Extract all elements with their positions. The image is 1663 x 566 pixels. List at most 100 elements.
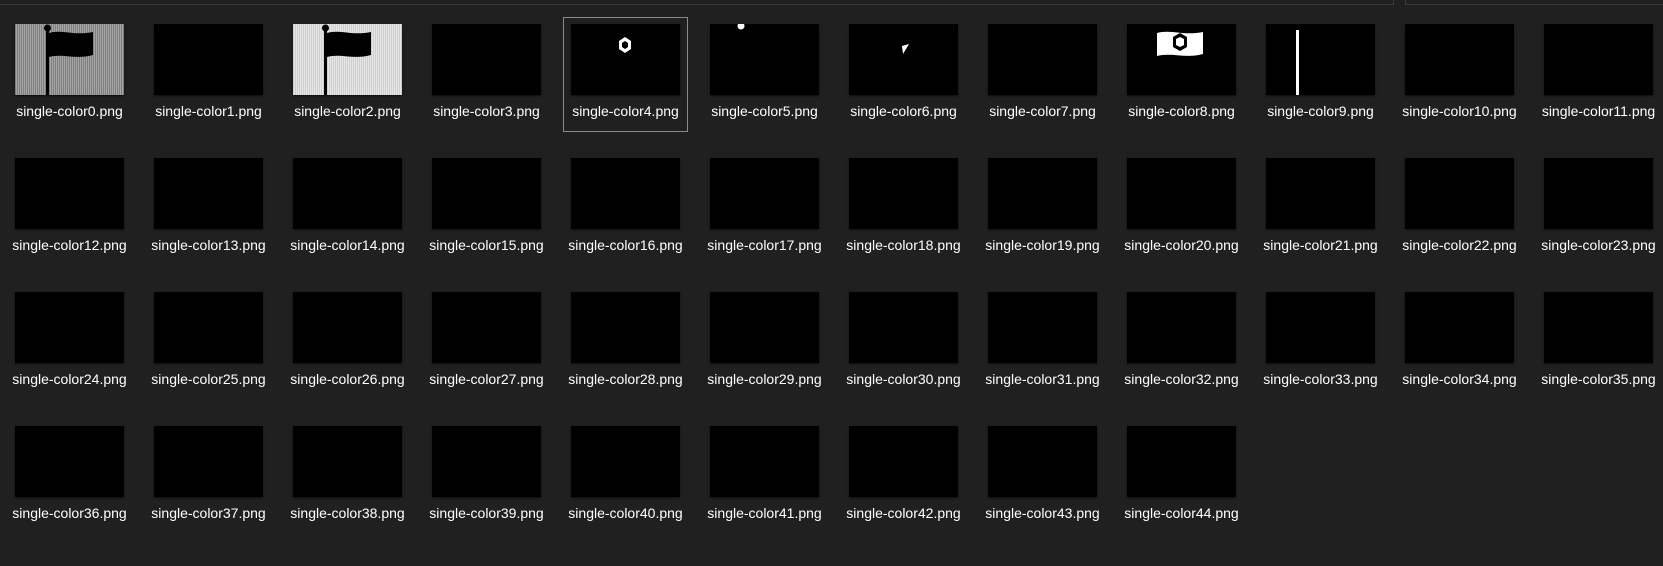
file-name-label: single-color34.png: [1402, 371, 1517, 387]
file-thumbnail: [154, 158, 263, 229]
file-name-label: single-color40.png: [568, 505, 683, 521]
file-name-label: single-color27.png: [429, 371, 544, 387]
file-thumbnail: [1266, 24, 1375, 95]
file-item[interactable]: single-color16.png: [563, 151, 688, 266]
file-item[interactable]: single-color35.png: [1536, 285, 1661, 400]
file-name-label: single-color38.png: [290, 505, 405, 521]
file-thumbnail: [1127, 158, 1236, 229]
file-thumbnail: [1127, 292, 1236, 363]
file-thumbnail: [1405, 24, 1514, 95]
search-box-edge: [1405, 0, 1663, 5]
file-item[interactable]: single-color28.png: [563, 285, 688, 400]
file-thumbnail: [849, 292, 958, 363]
file-thumbnail: [1266, 158, 1375, 229]
file-thumbnail: [571, 158, 680, 229]
file-item[interactable]: single-color0.png: [7, 17, 132, 132]
file-name-label: single-color8.png: [1128, 103, 1235, 119]
file-name-label: single-color2.png: [294, 103, 401, 119]
file-item[interactable]: single-color13.png: [146, 151, 271, 266]
file-thumbnail: [293, 426, 402, 497]
file-name-label: single-color11.png: [1541, 103, 1656, 119]
file-item[interactable]: single-color24.png: [7, 285, 132, 400]
file-name-label: single-color32.png: [1124, 371, 1239, 387]
file-item[interactable]: single-color29.png: [702, 285, 827, 400]
file-thumbnail: [988, 292, 1097, 363]
file-item[interactable]: single-color5.png: [702, 17, 827, 132]
file-thumbnail: [1544, 292, 1653, 363]
file-item[interactable]: single-color37.png: [146, 419, 271, 534]
file-thumbnail: [15, 24, 124, 95]
file-name-label: single-color37.png: [151, 505, 266, 521]
file-thumbnail: [154, 292, 263, 363]
file-item[interactable]: single-color40.png: [563, 419, 688, 534]
file-item[interactable]: single-color41.png: [702, 419, 827, 534]
file-thumbnail: [293, 24, 402, 95]
file-item[interactable]: single-color36.png: [7, 419, 132, 534]
file-item[interactable]: single-color23.png: [1536, 151, 1661, 266]
file-item[interactable]: single-color20.png: [1119, 151, 1244, 266]
file-name-label: single-color24.png: [12, 371, 127, 387]
file-grid: single-color0.png single-color1.png single…: [0, 17, 1663, 553]
file-thumbnail: [1544, 24, 1653, 95]
file-name-label: single-color9.png: [1267, 103, 1374, 119]
file-name-label: single-color16.png: [568, 237, 683, 253]
file-item[interactable]: single-color43.png: [980, 419, 1105, 534]
file-item[interactable]: single-color44.png: [1119, 419, 1244, 534]
file-name-label: single-color26.png: [290, 371, 405, 387]
file-thumbnail: [710, 426, 819, 497]
file-name-label: single-color21.png: [1263, 237, 1378, 253]
file-name-label: single-color18.png: [846, 237, 961, 253]
file-item[interactable]: single-color19.png: [980, 151, 1105, 266]
file-name-label: single-color7.png: [989, 103, 1096, 119]
file-thumbnail: [15, 292, 124, 363]
file-item[interactable]: single-color22.png: [1397, 151, 1522, 266]
file-thumbnail: [710, 158, 819, 229]
file-name-label: single-color33.png: [1263, 371, 1378, 387]
file-thumbnail: [432, 158, 541, 229]
file-item[interactable]: single-color31.png: [980, 285, 1105, 400]
file-item[interactable]: single-color8.png: [1119, 17, 1244, 132]
file-name-label: single-color4.png: [572, 103, 679, 119]
file-thumbnail: [849, 24, 958, 95]
file-item[interactable]: single-color9.png: [1258, 17, 1383, 132]
file-item[interactable]: single-color11.png: [1536, 17, 1661, 132]
file-item[interactable]: single-color39.png: [424, 419, 549, 534]
file-name-label: single-color22.png: [1402, 237, 1517, 253]
file-item[interactable]: single-color33.png: [1258, 285, 1383, 400]
file-item[interactable]: single-color26.png: [285, 285, 410, 400]
address-bar-edge: [0, 0, 1394, 5]
file-item[interactable]: single-color18.png: [841, 151, 966, 266]
file-item[interactable]: single-color21.png: [1258, 151, 1383, 266]
file-thumbnail: [1405, 158, 1514, 229]
file-item[interactable]: single-color6.png: [841, 17, 966, 132]
file-item[interactable]: single-color38.png: [285, 419, 410, 534]
file-item[interactable]: single-color15.png: [424, 151, 549, 266]
file-thumbnail: [710, 24, 819, 95]
file-item[interactable]: single-color12.png: [7, 151, 132, 266]
file-item[interactable]: single-color25.png: [146, 285, 271, 400]
file-thumbnail: [988, 24, 1097, 95]
file-item[interactable]: single-color1.png: [146, 17, 271, 132]
file-item[interactable]: single-color3.png: [424, 17, 549, 132]
file-item[interactable]: single-color7.png: [980, 17, 1105, 132]
file-item[interactable]: single-color4.png: [563, 17, 688, 132]
file-thumbnail: [432, 426, 541, 497]
file-item[interactable]: single-color10.png: [1397, 17, 1522, 132]
file-thumbnail: [1544, 158, 1653, 229]
file-name-label: single-color35.png: [1541, 371, 1656, 387]
file-item[interactable]: single-color32.png: [1119, 285, 1244, 400]
file-name-label: single-color3.png: [433, 103, 540, 119]
file-item[interactable]: single-color14.png: [285, 151, 410, 266]
file-name-label: single-color42.png: [846, 505, 961, 521]
file-name-label: single-color23.png: [1541, 237, 1656, 253]
file-item[interactable]: single-color34.png: [1397, 285, 1522, 400]
file-thumbnail: [988, 158, 1097, 229]
file-item[interactable]: single-color2.png: [285, 17, 410, 132]
file-item[interactable]: single-color30.png: [841, 285, 966, 400]
file-item[interactable]: single-color27.png: [424, 285, 549, 400]
file-thumbnail: [293, 158, 402, 229]
file-item[interactable]: single-color17.png: [702, 151, 827, 266]
file-name-label: single-color14.png: [290, 237, 405, 253]
file-name-label: single-color31.png: [985, 371, 1100, 387]
file-item[interactable]: single-color42.png: [841, 419, 966, 534]
